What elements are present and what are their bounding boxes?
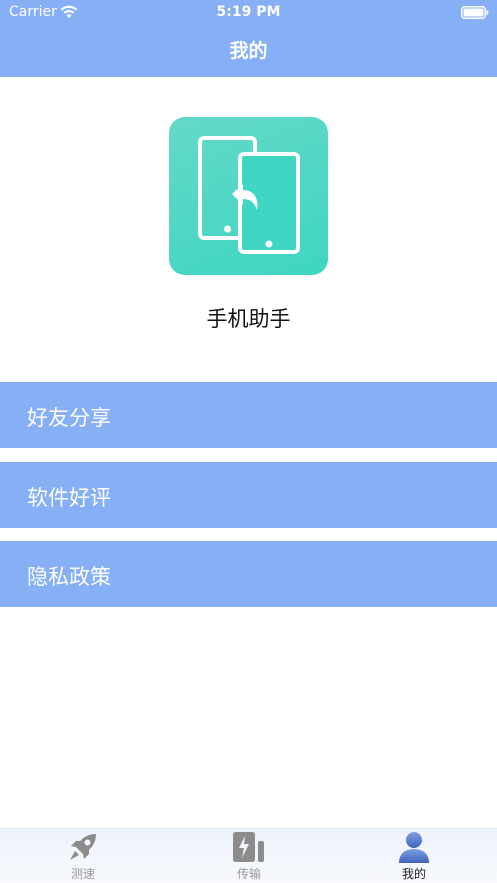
tab-label: 测速: [70, 867, 95, 881]
menu-item-label: 软件好评: [27, 486, 111, 510]
tab-profile[interactable]: 我的: [354, 829, 474, 883]
menu-item-label: 隐私政策: [27, 565, 111, 589]
menu-item-privacy[interactable]: 隐私政策: [0, 541, 497, 607]
app-name: 手机助手: [206, 307, 291, 331]
user-icon: [399, 832, 429, 863]
tab-transfer[interactable]: 传输: [189, 829, 309, 883]
tab-speedtest[interactable]: 测速: [23, 829, 143, 883]
menu-item-share[interactable]: 好友分享: [0, 382, 497, 448]
tab-label: 我的: [401, 867, 426, 881]
status-time: 5:19 PM: [216, 4, 281, 20]
status-bar: Carrier 5:19 PM: [0, 0, 497, 26]
transfer-icon: [233, 832, 264, 862]
menu-item-label: 好友分享: [27, 406, 111, 430]
menu-item-rate[interactable]: 软件好评: [0, 462, 497, 528]
phone-transfer-icon: [169, 117, 328, 275]
header-bar: Carrier 5:19 PM 我的: [0, 0, 497, 77]
page-title: 我的: [229, 40, 268, 62]
battery-icon: [461, 6, 489, 19]
tab-label: 传输: [236, 867, 261, 881]
rocket-icon: [70, 834, 96, 860]
tab-bar: 测速 传输 我的: [0, 828, 497, 883]
